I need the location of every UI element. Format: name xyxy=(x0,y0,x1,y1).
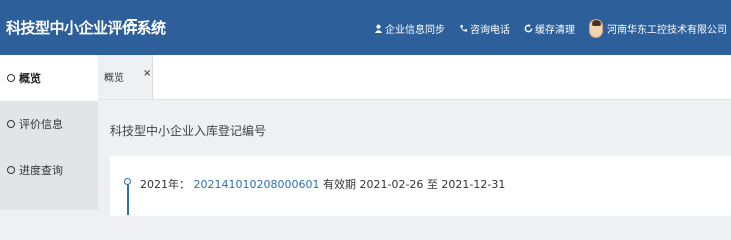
tab-label: 概览 xyxy=(104,73,124,84)
sync-company-info-button[interactable]: 企业信息同步 xyxy=(374,21,445,36)
clear-cache-label: 缓存清理 xyxy=(535,24,575,36)
timeline-line xyxy=(127,185,129,215)
sidebar: 概览 评价信息 进度查询 xyxy=(0,55,98,210)
close-icon[interactable]: × xyxy=(143,68,151,79)
validity-end: 2021-12-31 xyxy=(441,178,506,191)
circle-icon xyxy=(7,120,15,128)
sidebar-item-overview[interactable]: 概览 xyxy=(0,55,98,101)
timeline-dot-icon xyxy=(124,178,131,185)
menu-toggle-icon[interactable] xyxy=(127,19,137,31)
circle-icon xyxy=(7,166,15,174)
company-name: 河南华东工控技术有限公司 xyxy=(607,24,727,36)
phone-icon xyxy=(460,24,468,32)
validity-start: 2021-02-26 xyxy=(359,178,424,191)
consult-phone-button[interactable]: 咨询电话 xyxy=(459,21,510,36)
tab-bar: 概览 × xyxy=(98,55,731,100)
circle-icon xyxy=(7,74,15,82)
top-header: 科技型中小企业评价系统 企业信息同步 咨询电话 缓存清理 河南华东工控技术有限公… xyxy=(0,0,731,55)
sidebar-item-evaluation-info[interactable]: 评价信息 xyxy=(0,101,98,147)
user-menu[interactable]: 河南华东工控技术有限公司 xyxy=(589,18,727,38)
page-title: 科技型中小企业入库登记编号 xyxy=(110,124,267,138)
avatar xyxy=(589,18,603,38)
sidebar-item-label: 概览 xyxy=(19,72,41,85)
app-title: 科技型中小企业评价系统 xyxy=(6,19,166,37)
validity-separator: 至 xyxy=(426,178,438,191)
tab-overview[interactable]: 概览 × xyxy=(98,55,153,99)
consult-phone-label: 咨询电话 xyxy=(470,24,510,36)
sidebar-item-label: 评价信息 xyxy=(19,118,63,131)
main-content: 科技型中小企业入库登记编号 2021年： 202141010208000601 … xyxy=(98,100,731,216)
sync-company-info-label: 企业信息同步 xyxy=(385,24,445,36)
registration-code-link[interactable]: 202141010208000601 xyxy=(194,178,320,191)
sidebar-item-label: 进度查询 xyxy=(19,164,63,177)
validity-label: 有效期 xyxy=(322,178,356,191)
sidebar-item-progress-query[interactable]: 进度查询 xyxy=(0,147,98,193)
registration-card: 2021年： 202141010208000601 有效期 2021-02-26… xyxy=(110,156,731,216)
clear-cache-button[interactable]: 缓存清理 xyxy=(524,21,575,36)
user-icon xyxy=(374,24,383,33)
record-year: 2021年： xyxy=(140,178,190,191)
header-actions: 企业信息同步 咨询电话 缓存清理 河南华东工控技术有限公司 xyxy=(360,17,727,39)
registration-record: 2021年： 202141010208000601 有效期 2021-02-26… xyxy=(140,176,505,192)
refresh-icon xyxy=(524,23,533,32)
